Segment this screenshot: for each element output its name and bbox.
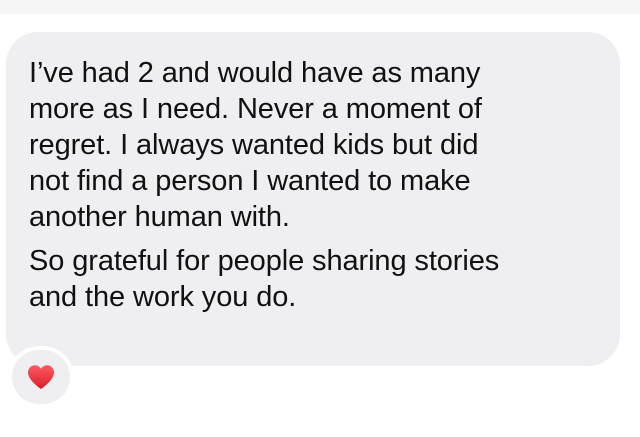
message-bubble[interactable]: I’ve had 2 and would have as many more a…: [6, 32, 620, 366]
message-line: and the work you do.: [29, 281, 297, 313]
message-line: I’ve had 2 and would have as many: [29, 57, 481, 89]
reaction-badge[interactable]: [12, 350, 70, 404]
message-line: more as I need. Never a moment of: [29, 93, 482, 125]
message-line: So grateful for people sharing stories: [29, 245, 500, 277]
top-strip: [0, 0, 640, 14]
message-line: regret. I always wanted kids but did: [29, 129, 479, 161]
heart-icon: [26, 363, 56, 391]
message-line: another human with.: [29, 201, 290, 233]
message-line: not find a person I wanted to make: [29, 165, 471, 197]
